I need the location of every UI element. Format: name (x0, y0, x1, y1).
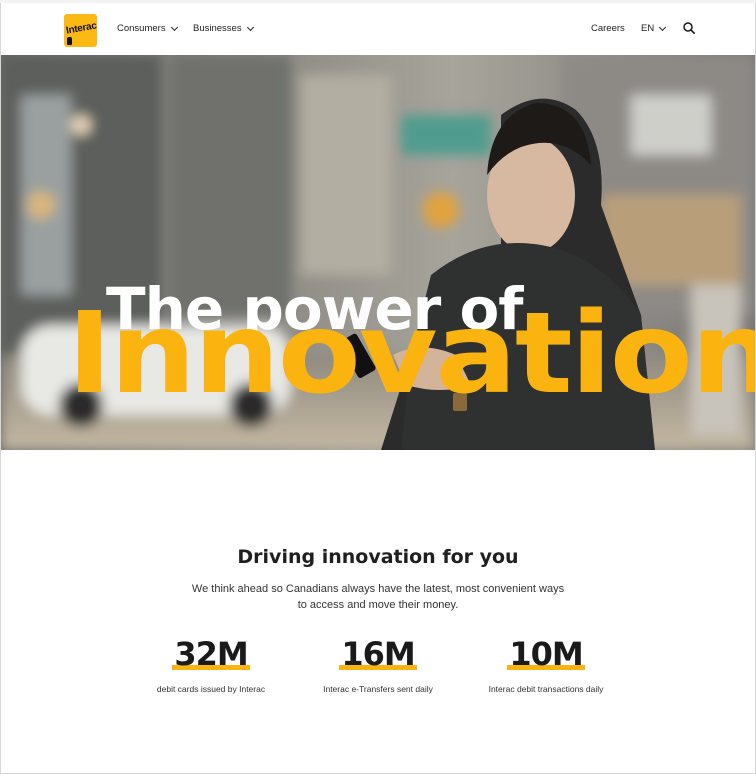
nav-careers[interactable]: Careers (591, 23, 625, 34)
language-label: EN (641, 23, 655, 34)
stat-debit-transactions: 10M Interac debit transactions daily (466, 636, 626, 694)
nav-careers-label: Careers (591, 23, 625, 34)
stat-value: 32M (172, 635, 251, 673)
nav-businesses[interactable]: Businesses (193, 23, 254, 34)
stat-value: 10M (507, 635, 586, 673)
chevron-down-icon (246, 23, 254, 31)
stat-label: debit cards issued by Interac (156, 684, 266, 694)
logo-hand-icon (67, 37, 72, 45)
section-title: Driving innovation for you (237, 545, 519, 568)
logo-text: Interac (65, 20, 97, 37)
site-header: Interac Consumers Businesses Careers EN (1, 3, 755, 55)
nav-consumers-label: Consumers (117, 23, 166, 34)
hero-headline-line2: Innovation (67, 289, 755, 419)
language-selector[interactable]: EN (641, 23, 667, 34)
stat-label: Interac e-Transfers sent daily (323, 684, 433, 694)
nav-consumers[interactable]: Consumers (117, 23, 178, 34)
nav-businesses-label: Businesses (193, 23, 242, 34)
stat-value: 16M (339, 635, 418, 673)
chevron-down-icon (659, 23, 667, 31)
stat-etransfers: 16M Interac e-Transfers sent daily (298, 636, 458, 694)
section-description: We think ahead so Canadians always have … (191, 583, 565, 611)
search-icon[interactable] (683, 22, 695, 34)
interac-logo[interactable]: Interac (64, 14, 97, 47)
stat-debit-cards: 32M debit cards issued by Interac (131, 636, 291, 694)
stat-label: Interac debit transactions daily (488, 684, 604, 694)
hero-banner: The power of Innovation (1, 55, 755, 450)
chevron-down-icon (170, 23, 178, 31)
